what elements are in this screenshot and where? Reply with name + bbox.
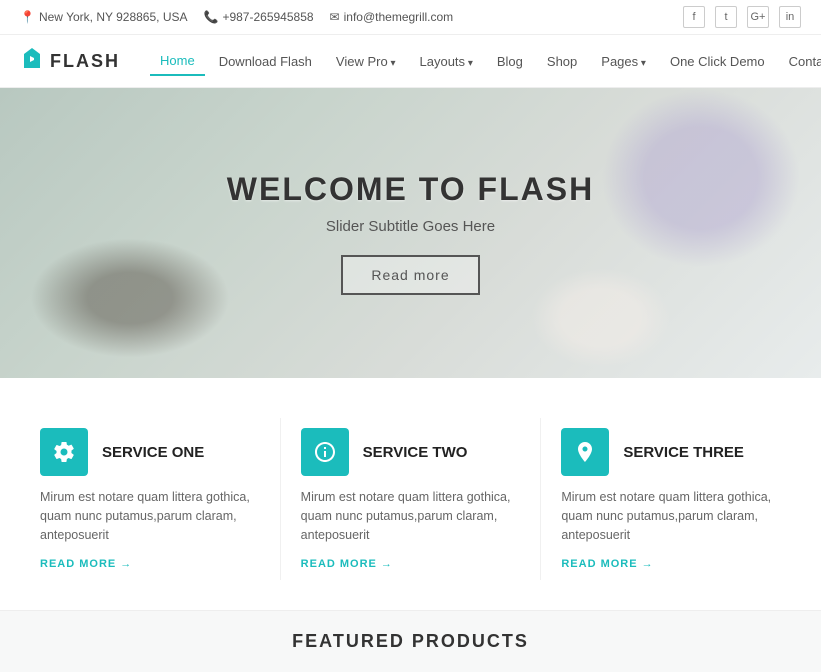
googleplus-icon[interactable]: G+ [747,6,769,28]
service-item-1: SERVICE ONE Mirum est notare quam litter… [20,418,281,580]
service-read-more-1[interactable]: READ MORE [40,558,260,570]
top-bar: 📍 New York, NY 928865, USA 📞 +987-265945… [0,0,821,35]
nav-item-layouts[interactable]: Layouts [410,48,483,75]
location-icon: 📍 [20,10,35,24]
service-header-1: SERVICE ONE [40,428,260,476]
facebook-icon[interactable]: f [683,6,705,28]
phone: 📞 +987-265945858 [204,10,314,24]
service-header-2: SERVICE TWO [301,428,521,476]
hero-title: WELCOME TO FLASH [227,171,594,208]
top-bar-left: 📍 New York, NY 928865, USA 📞 +987-265945… [20,10,453,24]
logo-text: FLASH [50,51,120,72]
twitter-icon[interactable]: t [715,6,737,28]
email: ✉ info@themegrill.com [330,10,454,24]
phone-icon: 📞 [204,10,219,24]
logo-icon [20,46,44,76]
hero-content: WELCOME TO FLASH Slider Subtitle Goes He… [227,171,594,295]
nav-item-blog[interactable]: Blog [487,48,533,75]
nav-item-contact[interactable]: Contact [779,48,821,75]
hero-flowers-decoration [601,88,801,268]
nav-item-shop[interactable]: Shop [537,48,587,75]
service-icon-box-1 [40,428,88,476]
hero-section: WELCOME TO FLASH Slider Subtitle Goes He… [0,88,821,378]
top-bar-right: f t G+ in [683,6,801,28]
linkedin-icon[interactable]: in [779,6,801,28]
service-desc-2: Mirum est notare quam littera gothica, q… [301,488,521,544]
service-desc-3: Mirum est notare quam littera gothica, q… [561,488,781,544]
bottom-teaser: FEATURED PRODUCTS [0,610,821,672]
service-item-3: SERVICE THREE Mirum est notare quam litt… [541,418,801,580]
service-header-3: SERVICE THREE [561,428,781,476]
hero-read-more-button[interactable]: Read more [341,255,479,295]
email-icon: ✉ [330,10,340,24]
nav-item-home[interactable]: Home [150,47,205,76]
service-desc-1: Mirum est notare quam littera gothica, q… [40,488,260,544]
service-icon-box-3 [561,428,609,476]
nav-item-view-pro[interactable]: View Pro [326,48,406,75]
services-section: SERVICE ONE Mirum est notare quam litter… [0,378,821,610]
service-icon-box-2 [301,428,349,476]
logo[interactable]: FLASH [20,46,120,76]
header: FLASH HomeDownload FlashView ProLayoutsB… [0,35,821,88]
service-item-2: SERVICE TWO Mirum est notare quam litter… [281,418,542,580]
hero-subtitle: Slider Subtitle Goes Here [227,218,594,235]
service-title-2: SERVICE TWO [363,444,468,461]
nav-item-download-flash[interactable]: Download Flash [209,48,322,75]
featured-products-title: FEATURED PRODUCTS [20,631,801,652]
service-read-more-2[interactable]: READ MORE [301,558,521,570]
nav-item-one-click-demo[interactable]: One Click Demo [660,48,775,75]
nav-item-pages[interactable]: Pages [591,48,656,75]
service-title-1: SERVICE ONE [102,444,204,461]
main-nav: HomeDownload FlashView ProLayoutsBlogSho… [150,47,821,76]
hero-glasses-decoration [30,238,230,358]
service-title-3: SERVICE THREE [623,444,744,461]
service-read-more-3[interactable]: READ MORE [561,558,781,570]
address: 📍 New York, NY 928865, USA [20,10,188,24]
